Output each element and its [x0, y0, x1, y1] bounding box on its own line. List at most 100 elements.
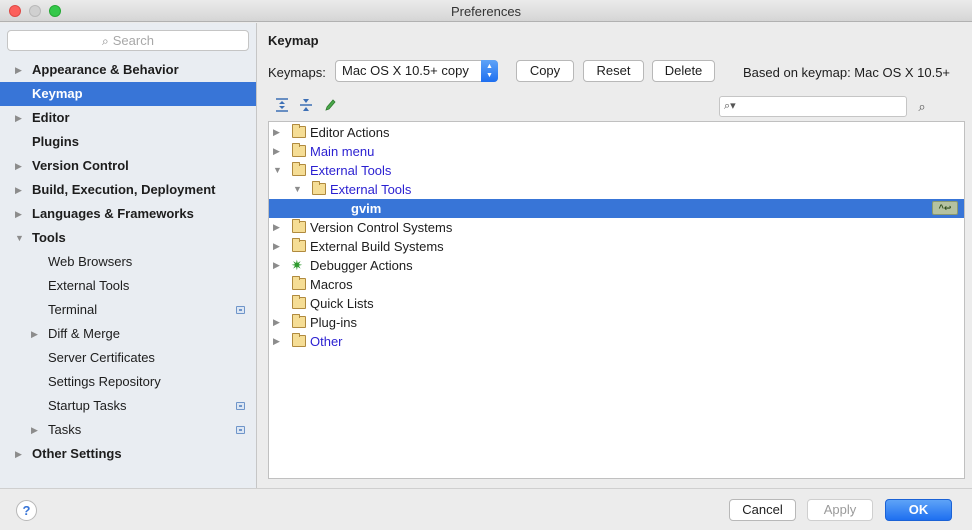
tree-row[interactable]: Macros [269, 275, 964, 294]
reset-keymap-button[interactable]: Reset [583, 60, 644, 82]
tree-row[interactable]: ▶ Plug-ins [269, 313, 964, 332]
settings-search-input[interactable]: ⌕ Search [7, 30, 249, 51]
tree-row[interactable]: ▶ ✷ Debugger Actions [269, 256, 964, 275]
expand-all-icon[interactable] [274, 98, 290, 114]
sidebar-item-label: Plugins [32, 134, 79, 149]
help-button[interactable]: ? [16, 500, 37, 521]
ok-button[interactable]: OK [885, 499, 952, 521]
tree-row-label: External Build Systems [310, 239, 444, 254]
page-title: Keymap [268, 33, 319, 48]
sidebar-item-settings-repository[interactable]: Settings Repository [0, 370, 256, 394]
tree-row-label: External Tools [330, 182, 412, 197]
chevron-right-icon[interactable]: ▶ [15, 442, 22, 466]
tree-row[interactable]: ▶ Editor Actions [269, 123, 964, 142]
folder-tools-icon [292, 162, 306, 176]
based-on-keymap-text: Based on keymap: Mac OS X 10.5+ [743, 65, 951, 80]
sidebar-item-web-browsers[interactable]: Web Browsers [0, 250, 256, 274]
chevron-down-icon[interactable]: ▼ [15, 226, 24, 250]
chevron-right-icon[interactable]: ▶ [273, 256, 280, 275]
sidebar-item-server-certificates[interactable]: Server Certificates [0, 346, 256, 370]
sidebar-item-editor[interactable]: ▶ Editor [0, 106, 256, 130]
sidebar-item-tasks[interactable]: ▶ Tasks [0, 418, 256, 442]
sidebar-item-keymap[interactable]: Keymap [0, 82, 256, 106]
action-filter-input[interactable]: ⌕▾ [719, 96, 907, 117]
sidebar-item-external-tools[interactable]: External Tools [0, 274, 256, 298]
keymaps-label: Keymaps: [268, 65, 326, 80]
window-title: Preferences [450, 4, 522, 19]
chevron-right-icon[interactable]: ▶ [273, 313, 280, 332]
sidebar-item-label: Tools [32, 230, 66, 245]
find-shortcut-icon[interactable]: ⌕ [913, 98, 931, 116]
tree-row-label: Plug-ins [310, 315, 357, 330]
project-settings-icon [236, 402, 245, 410]
tree-row-label: Version Control Systems [310, 220, 453, 235]
project-settings-icon [236, 426, 245, 434]
chevron-right-icon[interactable]: ▶ [15, 202, 22, 226]
search-placeholder: Search [112, 33, 154, 48]
sidebar-item-plugins[interactable]: Plugins [0, 130, 256, 154]
tree-row-label: Debugger Actions [310, 258, 413, 273]
collapse-all-icon[interactable] [298, 98, 314, 114]
keymap-panel: Keymap Keymaps: Mac OS X 10.5+ copy ▲ ▼ C… [258, 23, 972, 488]
folder-icon [292, 314, 306, 328]
sidebar-item-label: Editor [32, 110, 70, 125]
cancel-button[interactable]: Cancel [729, 499, 796, 521]
folder-build-icon [292, 238, 306, 252]
sidebar-item-label: Terminal [48, 302, 98, 317]
chevron-right-icon[interactable]: ▶ [15, 58, 22, 82]
tree-row[interactable]: ▶ Version Control Systems [269, 218, 964, 237]
dialog-footer: ? Cancel Apply OK [0, 488, 972, 530]
sidebar-item-label: Diff & Merge [48, 326, 121, 341]
search-icon: ⌕ [102, 34, 109, 48]
chevron-right-icon[interactable]: ▶ [273, 142, 280, 161]
sidebar-item-label: Startup Tasks [48, 398, 127, 413]
folder-icon [292, 295, 306, 309]
tree-row[interactable]: ▶ Other [269, 332, 964, 351]
tree-row[interactable]: ▼ External Tools [269, 161, 964, 180]
tree-row[interactable]: Quick Lists [269, 294, 964, 313]
tree-row-selected[interactable]: gvim ^↩ [269, 199, 964, 218]
sidebar-item-diff-merge[interactable]: ▶ Diff & Merge [0, 322, 256, 346]
chevron-right-icon[interactable]: ▶ [273, 218, 280, 237]
tree-row-label: External Tools [310, 163, 392, 178]
settings-nav-list: ▶ Appearance & Behavior Keymap ▶ Editor Plugi… [0, 58, 256, 466]
sidebar-item-label: Settings Repository [48, 374, 161, 389]
folder-icon [292, 219, 306, 233]
chevron-right-icon[interactable]: ▶ [15, 106, 22, 130]
keymap-select[interactable]: Mac OS X 10.5+ copy ▲ ▼ [335, 60, 498, 82]
copy-keymap-button[interactable]: Copy [516, 60, 574, 82]
chevron-right-icon[interactable]: ▶ [31, 322, 38, 346]
chevron-right-icon[interactable]: ▶ [273, 237, 280, 256]
tree-row-label: gvim [351, 201, 382, 216]
sidebar-item-label: Build, Execution, Deployment [32, 182, 216, 197]
settings-sidebar: ⌕ Search ▶ Appearance & Behavior Keymap ▶ Edi… [0, 23, 257, 488]
chevron-right-icon[interactable]: ▶ [273, 332, 280, 351]
tree-row[interactable]: ▶ Main menu [269, 142, 964, 161]
sidebar-item-tools[interactable]: ▼ Tools [0, 226, 256, 250]
chevron-right-icon[interactable]: ▶ [15, 154, 22, 178]
sidebar-item-startup-tasks[interactable]: Startup Tasks [0, 394, 256, 418]
folder-editor-icon [292, 124, 306, 138]
chevron-right-icon[interactable]: ▶ [15, 178, 22, 202]
sidebar-item-label: Languages & Frameworks [32, 206, 194, 221]
tree-row[interactable]: ▶ External Build Systems [269, 237, 964, 256]
search-icon: ⌕▾ [724, 100, 736, 112]
chevron-down-icon[interactable]: ▼ [273, 161, 282, 180]
sidebar-item-label: Web Browsers [48, 254, 133, 269]
sidebar-item-build-execution-deployment[interactable]: ▶ Build, Execution, Deployment [0, 178, 256, 202]
chevron-right-icon[interactable]: ▶ [273, 123, 280, 142]
tree-row[interactable]: ▼ External Tools [269, 180, 964, 199]
chevron-right-icon[interactable]: ▶ [31, 418, 38, 442]
folder-icon [312, 181, 326, 195]
delete-keymap-button[interactable]: Delete [652, 60, 715, 82]
tree-row-label: Editor Actions [310, 125, 390, 140]
sidebar-item-appearance-behavior[interactable]: ▶ Appearance & Behavior [0, 58, 256, 82]
sidebar-item-languages-frameworks[interactable]: ▶ Languages & Frameworks [0, 202, 256, 226]
apply-button[interactable]: Apply [807, 499, 873, 521]
sidebar-item-other-settings[interactable]: ▶ Other Settings [0, 442, 256, 466]
sidebar-item-terminal[interactable]: Terminal [0, 298, 256, 322]
sidebar-item-version-control[interactable]: ▶ Version Control [0, 154, 256, 178]
chevron-down-icon[interactable]: ▼ [293, 180, 302, 199]
project-settings-icon [236, 306, 245, 314]
edit-shortcut-icon[interactable] [322, 98, 338, 114]
